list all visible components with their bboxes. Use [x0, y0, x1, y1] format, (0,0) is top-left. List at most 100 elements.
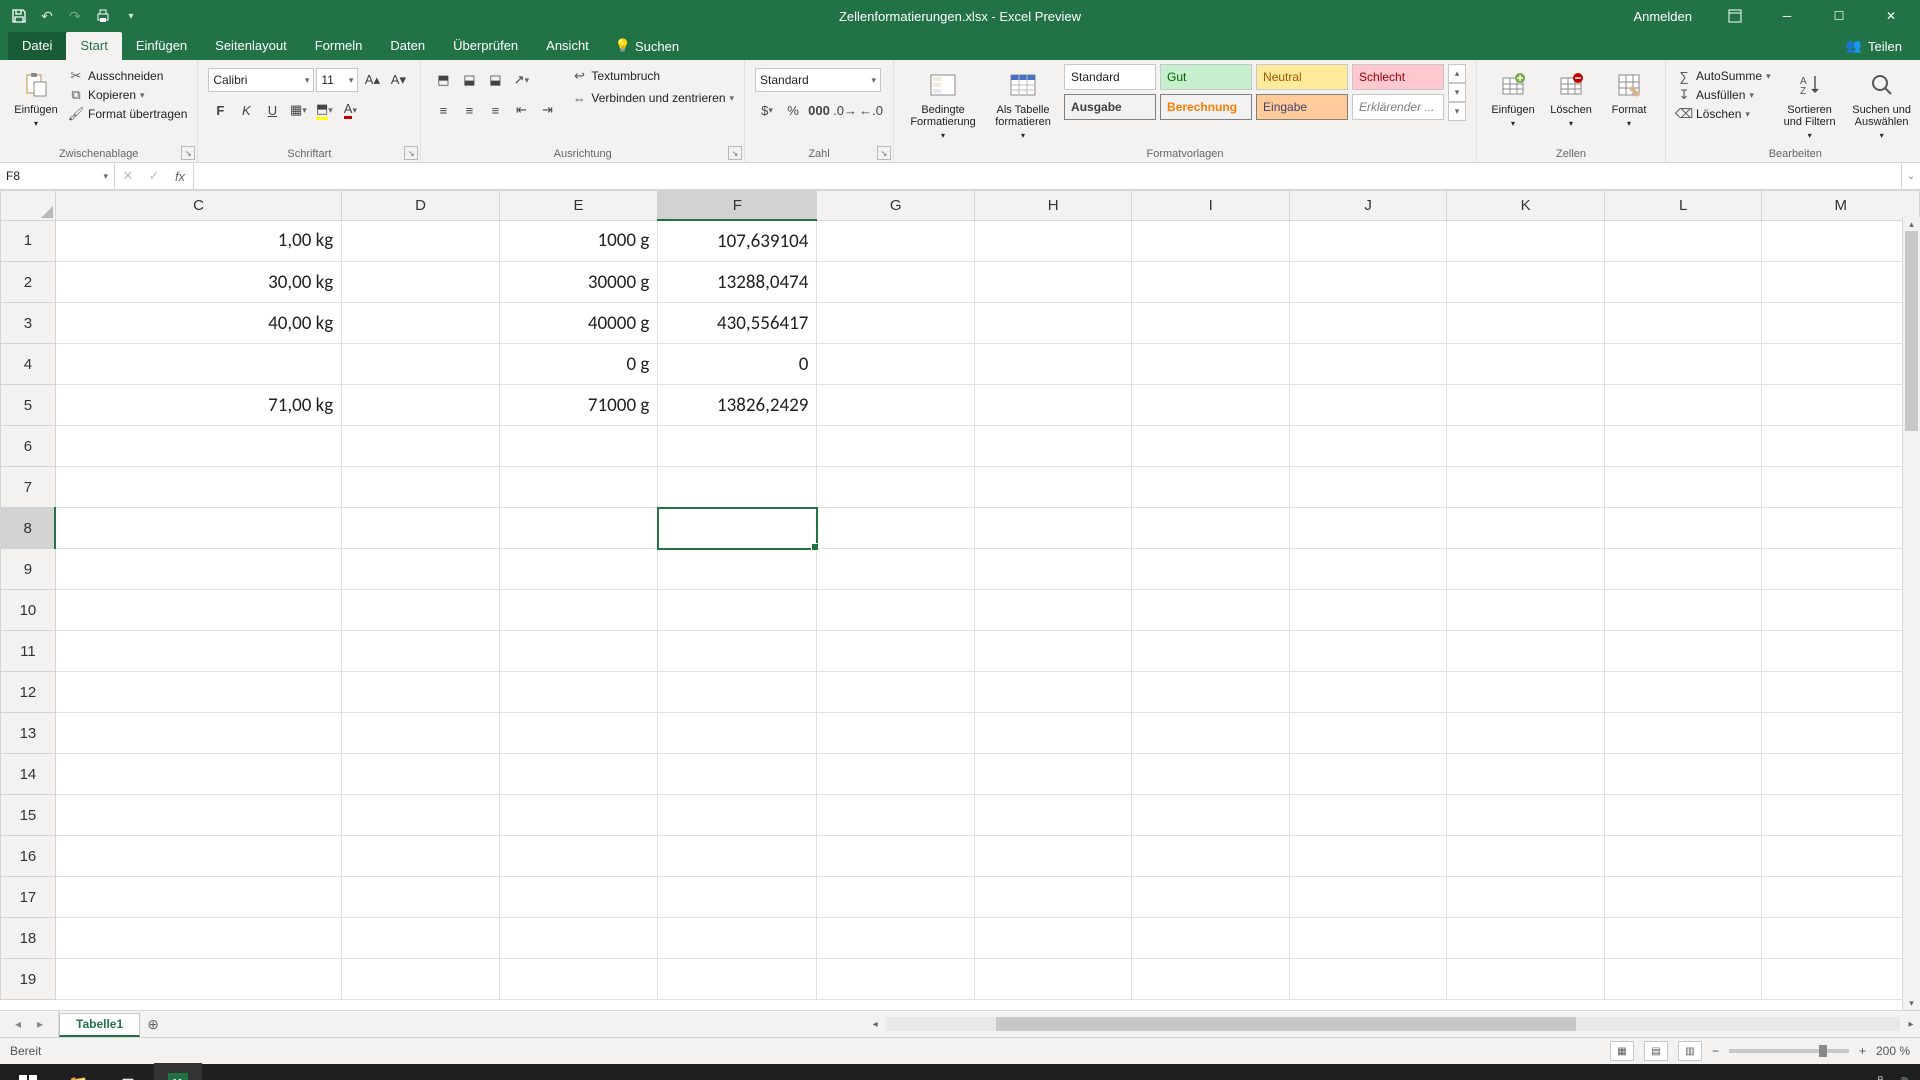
cell[interactable] [1289, 508, 1447, 549]
cell[interactable] [817, 262, 975, 303]
cell[interactable]: 107,639104 [658, 220, 817, 262]
copy-button[interactable]: ⧉Kopieren▾ [68, 87, 187, 103]
cell[interactable] [499, 713, 658, 754]
cell[interactable] [1447, 918, 1605, 959]
cell[interactable] [974, 590, 1132, 631]
cell[interactable] [1447, 549, 1605, 590]
column-header[interactable]: J [1289, 191, 1447, 221]
indent-button[interactable]: ⇥ [535, 98, 559, 122]
cell[interactable] [1604, 836, 1762, 877]
cell[interactable] [974, 754, 1132, 795]
cell[interactable] [974, 631, 1132, 672]
sort-filter-button[interactable]: AZSortieren und Filtern▾ [1777, 64, 1843, 141]
cell[interactable] [1447, 303, 1605, 344]
cell[interactable] [817, 918, 975, 959]
cell[interactable] [1132, 508, 1290, 549]
row-header[interactable]: 15 [1, 795, 56, 836]
cell[interactable] [1604, 959, 1762, 1000]
italic-button[interactable]: K [234, 98, 258, 122]
cell[interactable] [1762, 508, 1920, 549]
cell[interactable] [974, 959, 1132, 1000]
underline-button[interactable]: U [260, 98, 284, 122]
cell[interactable] [817, 344, 975, 385]
cell[interactable] [1132, 344, 1290, 385]
row-header[interactable]: 1 [1, 220, 56, 262]
task-view-button[interactable]: ⊞ [104, 1064, 152, 1080]
cell[interactable] [658, 426, 817, 467]
cell[interactable] [342, 836, 500, 877]
cell[interactable]: 30000 g [499, 262, 658, 303]
cell[interactable] [974, 508, 1132, 549]
clipboard-launcher[interactable]: ↘ [181, 146, 195, 160]
row-header[interactable]: 7 [1, 467, 56, 508]
row-header[interactable]: 18 [1, 918, 56, 959]
cell[interactable] [1762, 877, 1920, 918]
format-cells-button[interactable]: Format▾ [1603, 64, 1655, 129]
cell[interactable] [1289, 590, 1447, 631]
cell[interactable] [817, 836, 975, 877]
cell[interactable] [1132, 590, 1290, 631]
cell[interactable] [1289, 795, 1447, 836]
cell[interactable] [342, 672, 500, 713]
cell[interactable] [1762, 836, 1920, 877]
autosum-button[interactable]: ∑AutoSumme▾ [1676, 68, 1771, 84]
shrink-font-button[interactable]: A▾ [386, 68, 410, 92]
cell[interactable] [1289, 713, 1447, 754]
style-standard[interactable]: Standard [1064, 64, 1156, 90]
cell[interactable] [1447, 877, 1605, 918]
cell[interactable] [1447, 508, 1605, 549]
insert-cells-button[interactable]: Einfügen▾ [1487, 64, 1539, 129]
cell[interactable] [1762, 590, 1920, 631]
fill-button[interactable]: ↧Ausfüllen▾ [1676, 87, 1771, 103]
minimize-button[interactable]: ─ [1764, 0, 1810, 32]
cell[interactable]: 71000 g [499, 385, 658, 426]
save-icon[interactable] [10, 7, 28, 25]
cell[interactable] [1762, 672, 1920, 713]
row-header[interactable]: 8 [1, 508, 56, 549]
outdent-button[interactable]: ⇤ [509, 98, 533, 122]
cell[interactable] [1762, 262, 1920, 303]
cell[interactable] [1762, 426, 1920, 467]
cell[interactable] [1289, 631, 1447, 672]
cell[interactable] [1604, 672, 1762, 713]
quickprint-icon[interactable] [94, 7, 112, 25]
decrease-decimal-button[interactable]: ←.0 [859, 98, 883, 122]
cell[interactable] [55, 918, 341, 959]
cell[interactable] [1289, 877, 1447, 918]
number-launcher[interactable]: ↘ [877, 146, 891, 160]
cell[interactable] [1762, 631, 1920, 672]
cell[interactable] [817, 508, 975, 549]
cell[interactable] [1289, 549, 1447, 590]
normal-view-button[interactable]: ▦ [1610, 1041, 1634, 1061]
cell[interactable] [499, 836, 658, 877]
cell[interactable] [499, 508, 658, 549]
tab-review[interactable]: Überprüfen [439, 32, 532, 60]
cell[interactable] [658, 549, 817, 590]
formula-input[interactable] [194, 163, 1901, 189]
cell[interactable] [817, 795, 975, 836]
align-center-button[interactable]: ≡ [457, 98, 481, 122]
column-header[interactable]: G [817, 191, 975, 221]
column-header[interactable]: M [1762, 191, 1920, 221]
cell[interactable] [974, 220, 1132, 262]
sheet-nav-first[interactable]: ◂ [8, 1017, 28, 1031]
cell[interactable]: 0 [658, 344, 817, 385]
cell[interactable] [817, 467, 975, 508]
cell[interactable] [342, 877, 500, 918]
column-header[interactable]: K [1447, 191, 1605, 221]
cell[interactable] [974, 262, 1132, 303]
start-button[interactable] [4, 1064, 52, 1080]
zoom-out-button[interactable]: − [1712, 1044, 1719, 1058]
cell[interactable] [1604, 508, 1762, 549]
cell[interactable] [974, 836, 1132, 877]
style-explanatory[interactable]: Erklärender ... [1352, 94, 1444, 120]
cell[interactable] [499, 549, 658, 590]
accounting-button[interactable]: $▾ [755, 98, 779, 122]
align-bottom-button[interactable]: ⬓ [483, 68, 507, 92]
cell[interactable] [55, 877, 341, 918]
horizontal-scrollbar[interactable]: ◂ ▸ [866, 1011, 1920, 1037]
cell[interactable] [1132, 262, 1290, 303]
cell[interactable] [1604, 713, 1762, 754]
cell[interactable] [1447, 385, 1605, 426]
cell[interactable]: 430,556417 [658, 303, 817, 344]
